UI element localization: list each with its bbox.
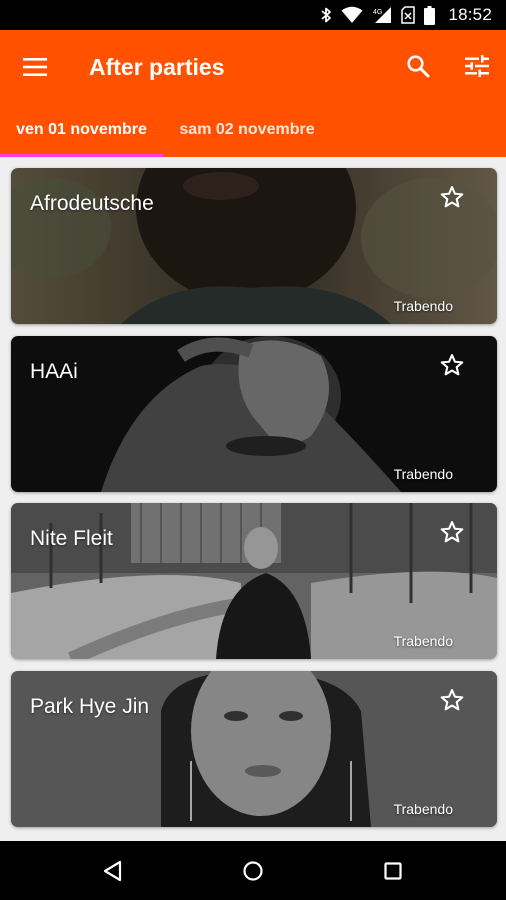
event-card-afrodeutsche[interactable]: Afrodeutsche Trabendo xyxy=(11,168,497,324)
favorite-button[interactable] xyxy=(437,517,467,547)
event-card-park-hye-jin[interactable]: Park Hye Jin Trabendo xyxy=(11,671,497,827)
date-tabs: ven 01 novembre sam 02 novembre xyxy=(0,110,506,157)
svg-text:4G: 4G xyxy=(373,9,382,16)
recents-icon xyxy=(384,862,402,880)
status-time: 18:52 xyxy=(448,5,492,24)
star-outline-icon xyxy=(440,689,464,711)
event-title: Park Hye Jin xyxy=(30,695,150,718)
event-venue: Trabendo xyxy=(393,801,453,817)
event-venue: Trabendo xyxy=(393,466,453,482)
event-card-nite-fleit[interactable]: Nite Fleit Trabendo xyxy=(11,503,497,659)
event-title: Nite Fleit xyxy=(30,527,113,550)
cell-signal-icon: 4G xyxy=(373,7,392,23)
event-card-haai[interactable]: HAAi Trabendo xyxy=(11,336,497,492)
favorite-button[interactable] xyxy=(437,350,467,380)
status-icons: 4G 18:52 xyxy=(320,0,492,30)
favorite-button[interactable] xyxy=(437,685,467,715)
search-icon xyxy=(407,55,430,78)
battery-icon xyxy=(424,5,436,25)
star-outline-icon xyxy=(440,186,464,208)
back-icon xyxy=(103,860,122,882)
navigation-bar xyxy=(0,841,506,900)
back-button[interactable] xyxy=(97,855,129,887)
page-title: After parties xyxy=(89,54,225,80)
wifi-icon xyxy=(341,6,363,23)
filter-button[interactable] xyxy=(461,50,493,82)
search-button[interactable] xyxy=(402,50,434,82)
event-title: HAAi xyxy=(30,360,78,383)
menu-button[interactable] xyxy=(20,52,50,82)
home-button[interactable] xyxy=(237,855,269,887)
home-icon xyxy=(243,861,263,881)
event-title: Afrodeutsche xyxy=(30,192,154,215)
favorite-button[interactable] xyxy=(437,182,467,212)
tab-sam-02-novembre[interactable]: sam 02 novembre xyxy=(163,110,331,157)
status-bar: 4G 18:52 xyxy=(0,0,506,30)
tab-ven-01-novembre[interactable]: ven 01 novembre xyxy=(0,110,163,157)
event-venue: Trabendo xyxy=(393,298,453,314)
event-venue: Trabendo xyxy=(393,633,453,649)
star-outline-icon xyxy=(440,354,464,376)
menu-icon xyxy=(23,58,47,76)
recents-button[interactable] xyxy=(377,855,409,887)
bluetooth-icon xyxy=(321,7,332,23)
tune-icon xyxy=(465,55,489,77)
star-outline-icon xyxy=(440,521,464,543)
event-list[interactable]: Afrodeutsche Trabendo HAAi Trabendo Nite… xyxy=(0,157,506,841)
app-bar: After parties ven 01 novembre sam 02 nov… xyxy=(0,30,506,157)
no-sim-icon xyxy=(401,6,416,24)
